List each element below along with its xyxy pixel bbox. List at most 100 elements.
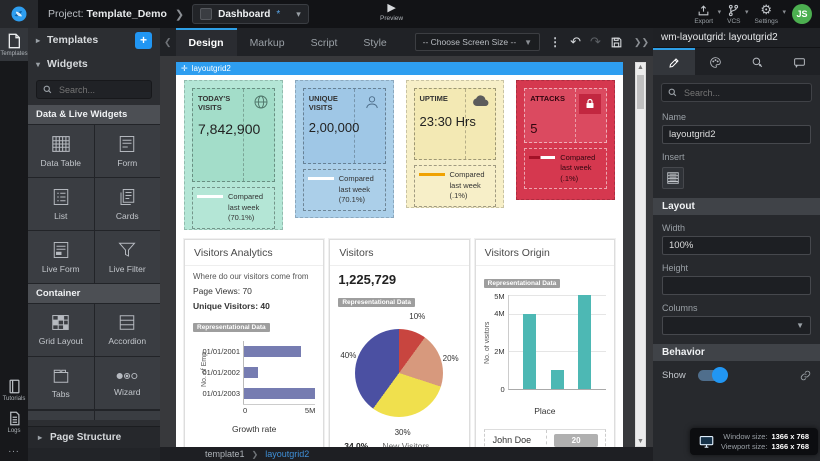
tab-script[interactable]: Script [298, 28, 351, 56]
widget-tile-grid-layout[interactable]: Grid Layout [28, 304, 94, 356]
representational-data-badge: Representational Data [193, 323, 270, 332]
search-settings-icon [751, 56, 764, 69]
compare-bar [197, 195, 223, 198]
stat-card-unique-visits[interactable]: UNIQUE VISITS 2,00,000 Compared last wee… [295, 80, 394, 218]
x-axis-label: Place [484, 406, 606, 416]
tab-styles[interactable] [695, 48, 737, 75]
selected-widget-label: layoutgrid2 [192, 64, 231, 73]
bar-1 [523, 314, 536, 389]
chevron-down-icon: ▾ [296, 9, 301, 20]
stat-cards-row: TODAY'S VISITS 7,842,900 Compared last w… [184, 80, 615, 230]
widget-tile-live-form[interactable]: Live Form [28, 231, 94, 283]
data-table-icon [51, 135, 71, 153]
tab-markup[interactable]: Markup [237, 28, 298, 56]
height-field[interactable] [662, 276, 811, 295]
undo-icon[interactable]: ↶ [570, 34, 581, 50]
widget-tile-form[interactable]: Form [95, 125, 161, 177]
widgets-section-header[interactable]: ▾ Widgets [28, 52, 160, 76]
x-axis-label: Growth rate [193, 424, 315, 434]
canvas-toolbar: ❮ Design Markup Script Style -- Choose S… [160, 28, 653, 56]
columns-select[interactable]: ▼ [662, 316, 811, 335]
widget-tile-tabs[interactable]: Tabs [28, 357, 94, 409]
tab-properties[interactable] [653, 48, 695, 75]
layout-section-header: Layout [653, 198, 820, 215]
scroll-down-icon[interactable]: ▼ [636, 438, 645, 445]
breadcrumb-page[interactable]: template1 [205, 449, 245, 459]
tab-inspect[interactable] [737, 48, 779, 75]
page-structure-section[interactable]: ▸ Page Structure [28, 426, 160, 448]
rail-more-button[interactable]: ... [8, 438, 19, 461]
screen-size-dropdown[interactable]: -- Choose Screen Size -- ▼ [415, 33, 540, 51]
scrollbar-thumb[interactable] [637, 75, 644, 109]
redo-icon[interactable]: ↷ [590, 34, 601, 50]
visitors-origin-bar-chart: No. of visitors 5M 4M 2M 0 [484, 295, 606, 390]
user-avatar[interactable]: JS [792, 4, 812, 24]
compare-bar [308, 177, 334, 180]
origin-table-row[interactable]: John Doe 20 [484, 429, 606, 447]
unsaved-indicator: * [276, 9, 280, 20]
selected-widget-bar[interactable]: ✛ layoutgrid2 [176, 62, 623, 75]
bind-link-icon[interactable] [800, 370, 811, 381]
tab-design[interactable]: Design [176, 28, 237, 56]
widget-tile-list[interactable]: List [28, 178, 94, 230]
insert-row-button[interactable] [662, 167, 684, 189]
page-selector-dropdown[interactable]: Dashboard * ▾ [192, 4, 309, 24]
cards-icon [118, 188, 136, 206]
widget-tile-cards[interactable]: Cards [95, 178, 161, 230]
caret-down-icon: ▼ [524, 38, 532, 47]
add-template-button[interactable]: + [135, 32, 152, 49]
bar-2002 [244, 367, 258, 378]
templates-section-header[interactable]: ▸ Templates + [28, 28, 160, 52]
tab-style[interactable]: Style [350, 28, 399, 56]
widget-tile-wizard[interactable]: Wizard [95, 357, 161, 409]
accordion-icon [118, 314, 136, 331]
tab-comments[interactable] [778, 48, 820, 75]
widget-tile-accordion[interactable]: Accordion [95, 304, 161, 356]
export-button[interactable]: Export ▾ [694, 4, 713, 25]
stat-card-attacks[interactable]: ATTACKS 5 Compared last week (.1%) [516, 80, 615, 200]
collapse-right-icon[interactable]: ❯❯ [632, 37, 649, 48]
panel-visitors-analytics[interactable]: Visitors Analytics Where do our visitors… [184, 239, 324, 447]
breadcrumb-widget[interactable]: layoutgrid2 [265, 449, 309, 459]
widget-tile-data-table[interactable]: Data Table [28, 125, 94, 177]
width-field[interactable] [662, 236, 811, 255]
vcs-button[interactable]: VCS ▾ [727, 4, 740, 25]
stat-card-todays-visits[interactable]: TODAY'S VISITS 7,842,900 Compared last w… [184, 80, 283, 230]
canvas-scrollbar[interactable]: ▲ ▼ [635, 62, 646, 447]
widget-tiles-cut-row: ■■■■ [28, 410, 160, 420]
rail-item-tutorials[interactable]: Tutorials [0, 374, 28, 406]
property-search-input[interactable] [682, 87, 805, 99]
rail-item-logs[interactable]: Logs [0, 406, 28, 438]
window-size-indicator: Window size:1366 x 768 Viewport size:136… [690, 428, 818, 455]
name-field[interactable] [662, 125, 811, 144]
dashboard-panels-row: Visitors Analytics Where do our visitors… [184, 239, 615, 447]
widget-tile-partial[interactable] [28, 411, 94, 420]
widget-tile-live-filter[interactable]: Live Filter [95, 231, 161, 283]
move-handle-icon[interactable]: ✛ [181, 64, 188, 73]
save-icon[interactable] [610, 36, 623, 49]
panel-visitors[interactable]: Visitors 1,225,729 Representational Data… [329, 239, 469, 447]
stat-card-uptime[interactable]: UPTIME 23:30 Hrs Compared last week (.1%… [406, 80, 505, 208]
show-toggle[interactable] [698, 370, 726, 381]
more-options-kebab-icon[interactable]: ⋮ [549, 35, 561, 49]
widget-tiles-container: Grid Layout Accordion Tabs Wizard [28, 303, 160, 410]
app-logo[interactable] [0, 0, 38, 28]
panel-visitors-origin[interactable]: Visitors Origin Representational Data No… [475, 239, 615, 447]
canvas-page[interactable]: ✛ layoutgrid2 TODAY'S VISITS [176, 62, 623, 447]
form-icon [118, 135, 136, 153]
widget-search [36, 80, 152, 99]
compare-bar [419, 173, 445, 176]
properties-panel: wm-layoutgrid: layoutgrid2 [653, 28, 820, 461]
rail-item-templates[interactable]: Templates [0, 28, 28, 61]
preview-button[interactable]: ▶ Preview [380, 2, 403, 22]
widget-search-input[interactable] [57, 84, 145, 96]
settings-button[interactable]: ⚙ Settings ▾ [755, 4, 779, 25]
page-thumbnail-icon [200, 8, 212, 20]
wavemaker-logo-icon [10, 5, 28, 23]
widget-tile-partial[interactable]: ■■■■ [95, 411, 161, 420]
chevron-down-icon: ▾ [745, 8, 749, 16]
search-icon [668, 88, 677, 97]
scroll-up-icon[interactable]: ▲ [636, 64, 645, 71]
chevron-right-icon: ▸ [36, 36, 40, 45]
collapse-left-icon[interactable]: ❮ [160, 37, 176, 48]
